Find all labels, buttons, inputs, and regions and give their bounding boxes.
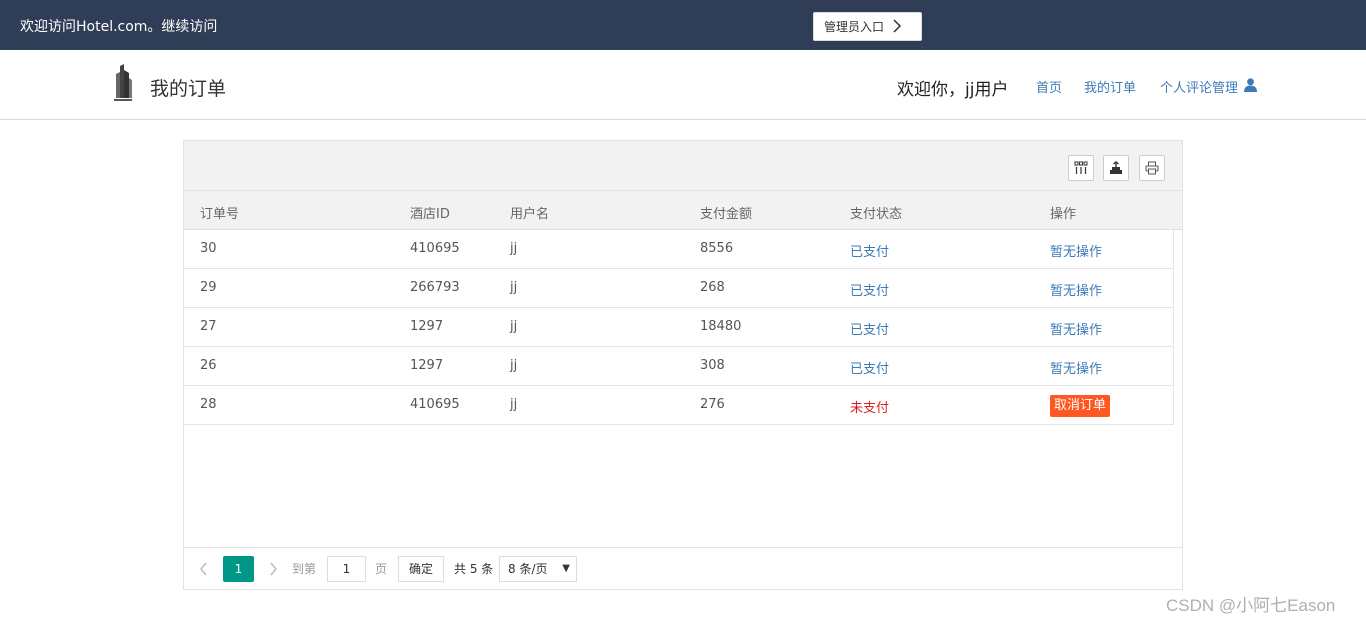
username-cell: jj bbox=[510, 280, 518, 295]
dropdown-caret-icon: ▼ bbox=[562, 563, 570, 574]
hotel-id-cell: 410695 bbox=[410, 241, 460, 256]
confirm-page-button[interactable]: 确定 bbox=[398, 556, 444, 582]
column-header[interactable]: 订单号 bbox=[200, 203, 239, 222]
page-title: 我的订单 bbox=[150, 78, 227, 100]
column-header[interactable]: 操作 bbox=[1050, 203, 1076, 222]
table-toolbar bbox=[184, 141, 1182, 191]
nav-orders-link[interactable]: 我的订单 bbox=[1084, 77, 1136, 96]
payment-status-cell: 已支付 bbox=[850, 245, 890, 260]
hotel-id-cell: 410695 bbox=[410, 397, 460, 412]
table-row: 29 266793 jj 268 已支付 暂无操作 bbox=[184, 269, 1174, 308]
hotel-logo-icon bbox=[114, 64, 132, 101]
page-size-value: 8 条/页 bbox=[508, 562, 548, 576]
username-cell: jj bbox=[510, 358, 518, 373]
cancel-order-button[interactable]: 取消订单 bbox=[1050, 395, 1111, 417]
no-action-link[interactable]: 暂无操作 bbox=[1050, 280, 1102, 299]
amount-cell: 308 bbox=[700, 358, 725, 373]
column-header[interactable]: 支付状态 bbox=[850, 203, 902, 222]
columns-icon bbox=[1074, 161, 1088, 174]
payment-status-cell: 未支付 bbox=[850, 401, 890, 416]
export-button[interactable] bbox=[1103, 155, 1129, 181]
user-greeting: 欢迎你，jj用户 bbox=[897, 80, 1009, 100]
current-page-button[interactable]: 1 bbox=[223, 556, 254, 582]
username-cell: jj bbox=[510, 397, 518, 412]
no-action-link[interactable]: 暂无操作 bbox=[1050, 241, 1102, 260]
top-bar: 欢迎访问Hotel.com。继续访问 管理员入口 bbox=[0, 0, 1366, 50]
page-size-select[interactable]: 8 条/页 ▼ bbox=[499, 556, 577, 582]
nav-home-link[interactable]: 首页 bbox=[1036, 77, 1062, 96]
amount-cell: 276 bbox=[700, 397, 725, 412]
chevron-right-icon bbox=[893, 19, 902, 33]
export-icon bbox=[1110, 161, 1122, 174]
order-id-cell: 30 bbox=[200, 241, 217, 256]
user-icon[interactable] bbox=[1244, 78, 1257, 92]
column-header[interactable]: 酒店ID bbox=[410, 203, 450, 222]
username-cell: jj bbox=[510, 241, 518, 256]
page-header: 我的订单 欢迎你，jj用户 首页 我的订单 个人评论管理 bbox=[0, 50, 1366, 120]
no-action-link[interactable]: 暂无操作 bbox=[1050, 319, 1102, 338]
table-row: 28 410695 jj 276 未支付 取消订单 bbox=[184, 386, 1174, 425]
amount-cell: 18480 bbox=[700, 319, 742, 334]
hotel-id-cell: 266793 bbox=[410, 280, 460, 295]
page-suffix-label: 页 bbox=[375, 562, 388, 576]
admin-entry-button[interactable]: 管理员入口 bbox=[813, 12, 922, 41]
table-row: 27 1297 jj 18480 已支付 暂无操作 bbox=[184, 308, 1174, 347]
print-icon bbox=[1145, 161, 1159, 175]
pagination: 1 到第 页 确定 共 5 条 8 条/页 ▼ bbox=[184, 547, 1182, 589]
columns-filter-button[interactable] bbox=[1068, 155, 1094, 181]
username-cell: jj bbox=[510, 319, 518, 334]
no-action-link[interactable]: 暂无操作 bbox=[1050, 358, 1102, 377]
amount-cell: 268 bbox=[700, 280, 725, 295]
goto-label: 到第 bbox=[292, 562, 317, 576]
admin-entry-label: 管理员入口 bbox=[824, 20, 885, 34]
column-header[interactable]: 支付金额 bbox=[700, 203, 752, 222]
total-count-label: 共 5 条 bbox=[454, 562, 494, 576]
chevron-right-icon[interactable] bbox=[267, 561, 279, 577]
payment-status-cell: 已支付 bbox=[850, 323, 890, 338]
table-header: 订单号 酒店ID 用户名 支付金额 支付状态 操作 bbox=[184, 191, 1182, 230]
order-id-cell: 28 bbox=[200, 397, 217, 412]
welcome-text: 欢迎访问Hotel.com。继续访问 bbox=[20, 19, 218, 35]
amount-cell: 8556 bbox=[700, 241, 734, 256]
nav-reviews-link[interactable]: 个人评论管理 bbox=[1160, 77, 1238, 96]
payment-status-cell: 已支付 bbox=[850, 284, 890, 299]
table-row: 30 410695 jj 8556 已支付 暂无操作 bbox=[184, 230, 1174, 269]
hotel-id-cell: 1297 bbox=[410, 358, 444, 373]
table-row: 26 1297 jj 308 已支付 暂无操作 bbox=[184, 347, 1174, 386]
watermark: CSDN @小阿七Eason bbox=[1166, 596, 1336, 615]
order-id-cell: 26 bbox=[200, 358, 217, 373]
orders-table-panel: 订单号 酒店ID 用户名 支付金额 支付状态 操作 30 410695 jj 8… bbox=[183, 140, 1183, 590]
print-button[interactable] bbox=[1139, 155, 1165, 181]
page-number-input[interactable] bbox=[327, 556, 366, 582]
order-id-cell: 27 bbox=[200, 319, 217, 334]
order-id-cell: 29 bbox=[200, 280, 217, 295]
column-header[interactable]: 用户名 bbox=[510, 203, 549, 222]
payment-status-cell: 已支付 bbox=[850, 362, 890, 377]
chevron-left-icon[interactable] bbox=[198, 561, 210, 577]
hotel-id-cell: 1297 bbox=[410, 319, 444, 334]
